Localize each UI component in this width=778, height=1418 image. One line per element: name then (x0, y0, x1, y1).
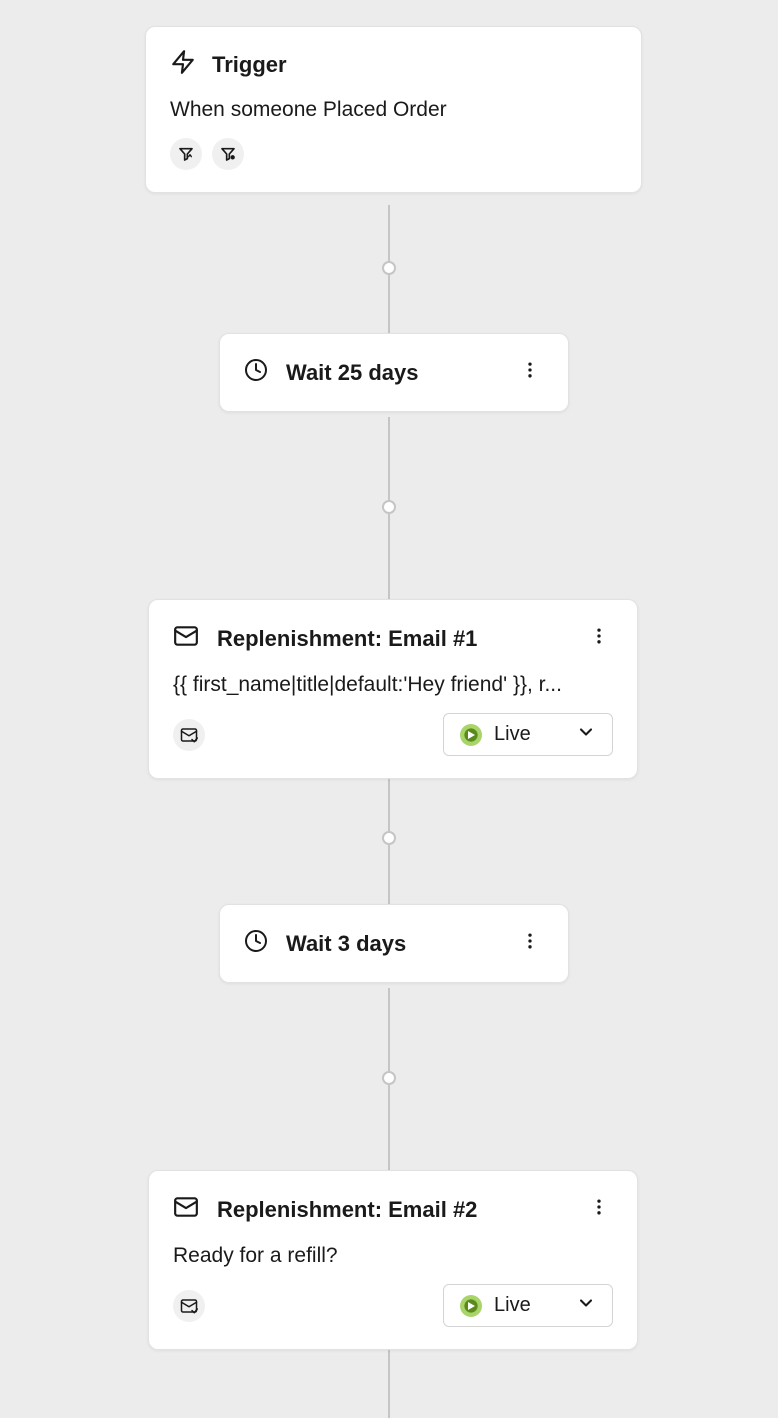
trigger-title: Trigger (212, 52, 287, 78)
smart-send-badge[interactable] (173, 719, 205, 751)
smart-send-badge[interactable] (173, 1290, 205, 1322)
status-dropdown[interactable]: Live (443, 713, 613, 756)
profile-filter-badge[interactable] (212, 138, 244, 170)
more-menu-button[interactable] (516, 927, 544, 960)
chevron-down-icon (576, 722, 596, 747)
chevron-down-icon (576, 1293, 596, 1318)
trigger-filter-badge[interactable] (170, 138, 202, 170)
email-title: Replenishment: Email #2 (217, 1197, 477, 1223)
trigger-card[interactable]: Trigger When someone Placed Order (145, 26, 642, 193)
lightning-icon (170, 49, 196, 80)
connector-node[interactable] (382, 500, 396, 514)
trigger-description: When someone Placed Order (170, 98, 617, 122)
live-status-icon (460, 1295, 482, 1317)
email-title: Replenishment: Email #1 (217, 626, 477, 652)
email-card-1[interactable]: Replenishment: Email #1 {{ first_name|ti… (148, 599, 638, 779)
status-dropdown[interactable]: Live (443, 1284, 613, 1327)
email-card-2[interactable]: Replenishment: Email #2 Ready for a refi… (148, 1170, 638, 1350)
clock-icon (244, 358, 268, 387)
email-preview: {{ first_name|title|default:'Hey friend'… (173, 673, 613, 697)
status-label: Live (494, 723, 531, 746)
wait-label: Wait 3 days (286, 931, 406, 957)
connector-node[interactable] (382, 1071, 396, 1085)
status-label: Live (494, 1294, 531, 1317)
wait-card-2[interactable]: Wait 3 days (219, 904, 569, 983)
connector-node[interactable] (382, 261, 396, 275)
mail-icon (173, 1194, 199, 1225)
wait-label: Wait 25 days (286, 360, 418, 386)
wait-card-1[interactable]: Wait 25 days (219, 333, 569, 412)
more-menu-button[interactable] (516, 356, 544, 389)
connector-node[interactable] (382, 831, 396, 845)
more-menu-button[interactable] (585, 622, 613, 655)
live-status-icon (460, 724, 482, 746)
connector-line (388, 1346, 390, 1418)
email-preview: Ready for a refill? (173, 1244, 613, 1268)
flow-canvas[interactable]: Trigger When someone Placed Order (0, 0, 778, 1418)
clock-icon (244, 929, 268, 958)
mail-icon (173, 623, 199, 654)
more-menu-button[interactable] (585, 1193, 613, 1226)
